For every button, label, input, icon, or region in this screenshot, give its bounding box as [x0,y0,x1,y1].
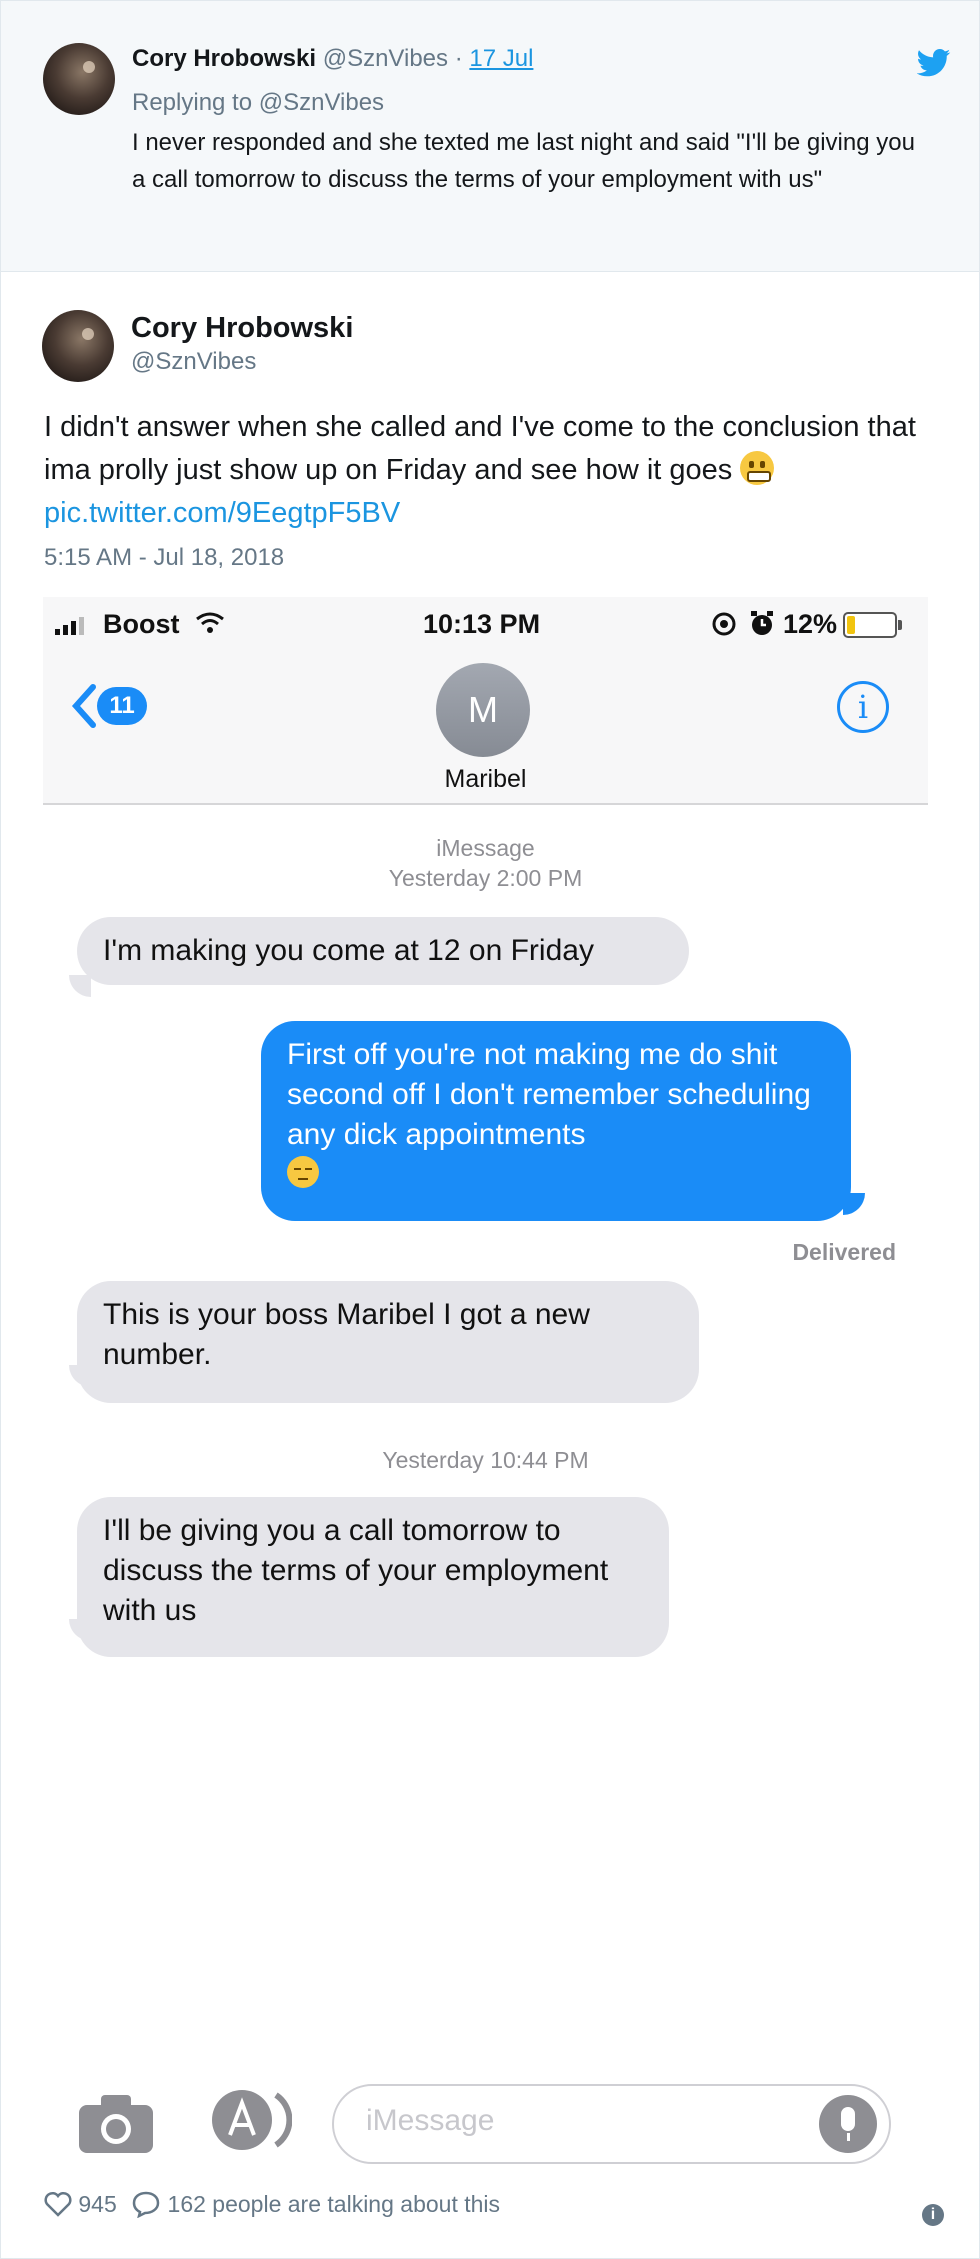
replying-to: Replying to @SznVibes [132,89,385,116]
imessage-placeholder: iMessage [366,2104,495,2137]
back-chevron-icon [71,684,96,728]
at-lock-icon [712,612,736,636]
signal-icon [55,617,84,635]
ios-status-bar: Boost 10:13 PM 12% [43,597,928,653]
main-tweet-body: I didn't answer when she called and I've… [44,411,916,486]
sent-message-1[interactable]: First off you're not making me do shit s… [261,1021,851,1221]
heart-icon[interactable] [44,2191,72,2217]
battery-icon [843,612,902,638]
reply-author-name[interactable]: Cory Hrobowski [132,45,316,72]
reply-text: I never responded and she texted me last… [132,129,915,193]
back-count-badge: 11 [97,687,147,725]
reply-avatar[interactable] [43,43,115,115]
likes-count[interactable]: 945 [78,2191,116,2217]
pensive-emoji-icon [287,1156,319,1188]
battery-percent: 12% [783,609,838,639]
pic-link[interactable]: pic.twitter.com/9EegtpF5BV [44,497,400,529]
main-author-name[interactable]: Cory Hrobowski [131,312,353,345]
bubble-tail [69,975,91,997]
imessage-input[interactable]: iMessage [332,2084,891,2164]
message-text: This is your boss Maribel I got a new nu… [103,1298,590,1371]
message-text: First off you're not making me do shit s… [287,1038,811,1151]
delivered-status: Delivered [792,1239,896,1265]
main-handle[interactable]: @SznVibes [131,348,256,376]
microphone-icon[interactable] [819,2095,877,2153]
tweet-footer: 945 162 people are talking about this [44,2190,500,2219]
reply-tweet[interactable]: Cory Hrobowski @SznVibes · 17 Jul Replyi… [1,1,979,272]
back-button[interactable]: 11 [71,683,161,729]
service-label: iMessage [436,835,535,861]
attached-screenshot[interactable]: Boost 10:13 PM 12% 11 M Maribel i iMessa… [43,597,928,2164]
talking-count[interactable]: 162 people are talking about this [168,2191,500,2217]
comment-icon[interactable] [131,2190,161,2219]
phone-time: 10:13 PM [423,609,541,639]
timestamp-2: Yesterday 10:44 PM [382,1447,589,1473]
received-message-1[interactable]: I'm making you come at 12 on Friday [77,917,689,985]
appstore-icon[interactable] [206,2087,292,2153]
message-text: I'll be giving you a call tomorrow to di… [103,1514,609,1627]
received-message-3[interactable]: I'll be giving you a call tomorrow to di… [77,1497,669,1657]
wifi-icon [196,612,224,633]
grimace-emoji-icon [740,451,775,485]
twitter-bird-icon[interactable] [917,49,951,77]
reply-separator: · [454,45,463,72]
messages-nav-bar: 11 M Maribel i [43,653,928,805]
message-text: I'm making you come at 12 on Friday [103,934,594,967]
bubble-tail [69,1619,91,1641]
bubble-tail [843,1193,865,1215]
received-message-2[interactable]: This is your boss Maribel I got a new nu… [77,1281,699,1403]
alarm-icon [751,611,773,635]
camera-icon[interactable] [77,2093,155,2155]
contact-name[interactable]: Maribel [43,765,928,794]
carrier-name: Boost [103,609,180,639]
reply-handle[interactable]: @SznVibes [323,45,448,72]
info-icon[interactable]: i [837,681,889,733]
contact-avatar[interactable]: M [436,663,530,757]
info-circle-icon[interactable]: i [922,2204,944,2226]
main-tweet-text: I didn't answer when she called and I've… [44,406,944,535]
main-timestamp[interactable]: 5:15 AM - Jul 18, 2018 [44,544,284,572]
timestamp-1: Yesterday 2:00 PM [388,865,583,891]
reply-date[interactable]: 17 Jul [469,45,533,72]
bubble-tail [69,1365,91,1387]
main-avatar[interactable] [42,310,114,382]
